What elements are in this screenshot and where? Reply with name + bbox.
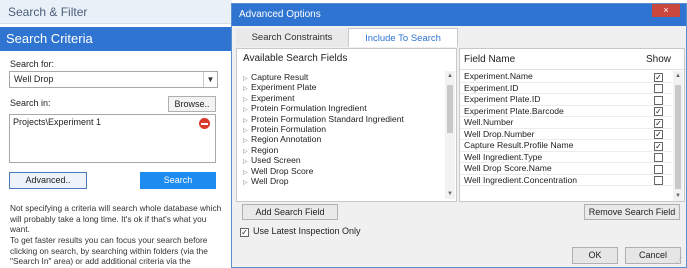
- show-checkbox[interactable]: ✓: [654, 72, 663, 82]
- table-row[interactable]: Experiment.Name ✓: [460, 71, 672, 83]
- remove-icon[interactable]: [199, 118, 210, 129]
- use-latest-checkbox[interactable]: ✓: [240, 228, 249, 237]
- available-field-item[interactable]: ▷ Experiment: [243, 93, 443, 103]
- remove-search-field-button[interactable]: Remove Search Field: [584, 204, 680, 220]
- fields-table: Field Name Show Experiment.Name ✓ Experim…: [459, 48, 685, 202]
- scroll-up-icon[interactable]: ▲: [445, 71, 455, 81]
- available-field-item[interactable]: ▷ Well Drop: [243, 176, 443, 186]
- add-search-field-button[interactable]: Add Search Field: [242, 204, 338, 220]
- tab-search-constraints[interactable]: Search Constraints: [236, 28, 348, 47]
- chevron-down-icon[interactable]: ▼: [203, 72, 217, 87]
- show-checkbox[interactable]: [654, 153, 663, 162]
- close-button[interactable]: ×: [652, 4, 680, 17]
- scrollbar-thumb[interactable]: [447, 85, 453, 133]
- dialog-titlebar: Advanced Options ×: [232, 4, 686, 26]
- cancel-button[interactable]: Cancel: [625, 247, 681, 264]
- available-field-item[interactable]: ▷ Protein Formulation Standard Ingredient: [243, 114, 443, 124]
- dialog-title: Advanced Options: [239, 9, 321, 20]
- note-text-2: To get faster results you can focus your…: [10, 235, 208, 268]
- search-for-select[interactable]: Well Drop ▼: [9, 71, 218, 88]
- table-row[interactable]: Capture Result.Profile Name ✓: [460, 140, 672, 152]
- expand-arrow-icon[interactable]: ▷: [243, 178, 251, 188]
- search-in-label: Search in:: [10, 98, 51, 108]
- note-text-1: Not specifying a criteria will search wh…: [10, 203, 222, 234]
- search-button[interactable]: Search: [140, 172, 216, 189]
- table-row[interactable]: Experiment.ID: [460, 83, 672, 94]
- table-row[interactable]: Experiment Plate.Barcode ✓: [460, 106, 672, 117]
- show-checkbox[interactable]: [654, 176, 663, 185]
- available-fields-panel: Available Search Fields ▷ Capture Result …: [236, 48, 457, 202]
- scroll-up-icon[interactable]: ▲: [673, 71, 683, 81]
- table-row[interactable]: Experiment Plate.ID: [460, 94, 672, 106]
- available-fields-scrollbar[interactable]: ▲ ▼: [445, 71, 455, 199]
- show-checkbox[interactable]: ✓: [654, 118, 663, 128]
- use-latest-inspection-option[interactable]: ✓ Use Latest Inspection Only: [240, 226, 361, 237]
- available-fields-list: ▷ Capture Result ▷ Experiment Plate ▷ Exper…: [243, 72, 443, 186]
- table-row[interactable]: Well Drop.Number ✓: [460, 129, 672, 140]
- resize-grip-icon[interactable]: ⋰: [676, 257, 684, 265]
- browse-button[interactable]: Browse..: [168, 96, 216, 112]
- show-column-header: Show: [646, 54, 672, 65]
- show-checkbox[interactable]: ✓: [654, 107, 663, 116]
- search-in-item[interactable]: Projects\Experiment 1: [13, 117, 212, 127]
- show-checkbox[interactable]: ✓: [654, 130, 663, 139]
- search-for-value: Well Drop: [14, 74, 54, 84]
- table-row[interactable]: Well Drop Score.Name: [460, 163, 672, 175]
- scrollbar-thumb[interactable]: [675, 85, 681, 189]
- search-criteria-title: Search Criteria: [0, 27, 232, 51]
- table-row[interactable]: Well.Number ✓: [460, 117, 672, 129]
- available-field-item[interactable]: ▷ Region Annotation: [243, 134, 443, 144]
- fields-table-body: Experiment.Name ✓ Experiment.ID Experimen…: [460, 71, 672, 186]
- field-name-column-header: Field Name: [464, 54, 516, 65]
- advanced-button[interactable]: Advanced..: [9, 172, 87, 189]
- show-checkbox[interactable]: ✓: [654, 141, 663, 151]
- table-row[interactable]: Well Ingredient.Concentration: [460, 175, 672, 186]
- search-for-label: Search for:: [10, 59, 55, 69]
- available-field-item[interactable]: ▷ Protein Formulation Ingredient: [243, 103, 443, 113]
- available-fields-header: Available Search Fields: [243, 53, 348, 64]
- show-checkbox[interactable]: [654, 84, 663, 93]
- table-row[interactable]: Well Ingredient.Type: [460, 152, 672, 163]
- available-field-item[interactable]: ▷ Protein Formulation: [243, 124, 443, 134]
- panel-header: Search & Filter: [0, 0, 232, 24]
- available-field-item[interactable]: ▷ Well Drop Score: [243, 166, 443, 176]
- tab-include-to-search[interactable]: Include To Search: [348, 28, 458, 47]
- scroll-down-icon[interactable]: ▼: [445, 189, 455, 199]
- search-in-list[interactable]: Projects\Experiment 1: [9, 114, 216, 163]
- fields-table-header: Field Name Show: [460, 49, 684, 70]
- available-field-item[interactable]: ▷ Region: [243, 145, 443, 155]
- fields-scrollbar[interactable]: ▲ ▼: [673, 71, 683, 201]
- search-filter-panel: Search & Filter Search Criteria Search f…: [0, 0, 232, 268]
- dialog-tabs: Search Constraints Include To Search: [236, 28, 458, 47]
- available-field-item[interactable]: ▷ Capture Result: [243, 72, 443, 82]
- use-latest-label: Use Latest Inspection Only: [253, 226, 361, 236]
- advanced-options-dialog: Advanced Options × Search Constraints In…: [231, 3, 687, 268]
- show-checkbox[interactable]: [654, 95, 663, 105]
- available-field-item[interactable]: ▷ Experiment Plate: [243, 82, 443, 92]
- show-checkbox[interactable]: [654, 164, 663, 174]
- available-field-item[interactable]: ▷ Used Screen: [243, 155, 443, 165]
- scroll-down-icon[interactable]: ▼: [673, 191, 683, 201]
- ok-button[interactable]: OK: [572, 247, 618, 264]
